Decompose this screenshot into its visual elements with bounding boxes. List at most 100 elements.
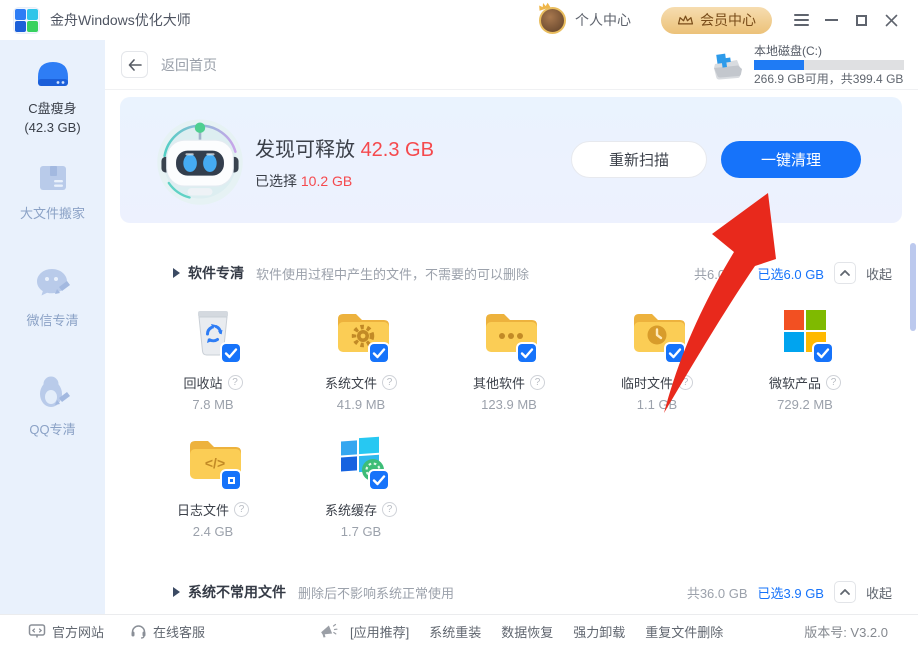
avatar-crown-icon [539,2,551,11]
cleanup-item-temp-files[interactable]: 临时文件 1.1 GB [583,303,731,412]
cleanup-item-system-cache[interactable]: 系统缓存 1.7 GB [287,430,435,539]
one-click-clean-button[interactable]: 一键清理 [721,141,861,178]
checkbox-checked[interactable] [814,344,832,362]
help-icon[interactable] [382,374,397,390]
cleanup-item-size: 729.2 MB [777,397,833,412]
system-reinstall-link[interactable]: 系统重装 [429,622,481,641]
duplicate-file-delete-link[interactable]: 重复文件删除 [645,622,723,641]
member-center-label: 会员中心 [700,12,756,28]
collapse-button[interactable] [833,581,856,603]
footer: 官方网站 在线客服 [应用推荐] 系统重装 数据恢复 强力卸载 重复文件删除 版… [0,614,918,647]
selected-line: 已选择 10.2 GB [255,171,434,191]
sidebar-item-qq-clean[interactable]: QQ专清 [0,372,105,439]
user-avatar[interactable] [539,2,566,34]
found-label: 发现可释放 [255,139,355,161]
section-software-clean-header: 软件专清 软件使用过程中产生的文件，不需要的可以删除 共6.0 GB 已选6.0… [105,262,918,284]
hamburger-icon [793,11,809,29]
sidebar-item-label: QQ专清 [29,422,76,437]
sidebar-item-label: 微信专清 [26,313,79,328]
megaphone-icon [321,623,338,637]
help-icon[interactable] [826,374,841,390]
disk-icon [37,62,68,86]
cleanup-item-label: 系统文件 [324,375,377,391]
force-uninstall-link[interactable]: 强力卸载 [573,622,625,641]
disk-usage-text: 266.9 GB可用，共399.4 GB [754,71,904,86]
data-recovery-link[interactable]: 数据恢复 [501,622,553,641]
robot-icon [157,119,243,205]
collapse-label[interactable]: 收起 [866,264,892,283]
cleanup-item-size: 1.7 GB [340,524,382,539]
back-button[interactable] [121,51,148,78]
help-icon[interactable] [678,374,693,390]
online-support-link[interactable]: 在线客服 [130,622,205,641]
help-icon[interactable] [227,374,243,390]
official-site-link[interactable]: 官方网站 [28,622,104,641]
app-logo-icon [13,6,40,34]
sidebar-item-c-drive-slim[interactable]: C盘瘦身 (42.3 GB) [0,55,105,137]
cleanup-grid-row-2: </> 日志文件 2.4 GB [139,430,435,539]
online-support-label: 在线客服 [153,624,206,640]
checkbox-checked[interactable] [370,344,388,362]
app-title: 金舟Windows优化大师 [50,12,191,28]
monitor-icon [28,624,46,638]
cleanup-item-log-files[interactable]: </> 日志文件 2.4 GB [139,430,287,539]
cleanup-item-recycle-bin[interactable]: 回收站 7.8 MB [139,303,287,412]
section-title: 软件专清 [188,265,244,281]
back-home-label[interactable]: 返回首页 [161,55,217,75]
app-recommend-link[interactable]: [应用推荐] [350,622,409,641]
close-button[interactable] [876,6,906,34]
user-center-link[interactable]: 个人中心 [575,10,631,30]
collapse-button[interactable] [833,262,856,284]
version-label: 版本号: V3.2.0 [804,624,888,640]
disk-panel: 本地磁盘(C:) 266.9 GB可用，共399.4 GB [711,44,904,86]
titlebar: 金舟Windows优化大师 个人中心 会员中心 [0,0,918,40]
section-selected: 已选3.9 GB [757,585,824,601]
cleanup-item-size: 123.9 MB [481,397,537,412]
checkbox-checked[interactable] [518,344,536,362]
checkbox-checked[interactable] [666,344,684,362]
help-icon[interactable] [530,374,545,390]
cleanup-item-system-files[interactable]: 系统文件 41.9 MB [287,303,435,412]
section-selected: 已选6.0 GB [757,266,824,282]
section-total: 共6.0 GB [694,266,748,282]
main-content: 返回首页 本地磁盘(C:) 266.9 GB可用，共399.4 GB 发现可释放… [105,40,918,614]
sidebar-item-label: 大文件搬家 [19,206,85,221]
section-description: 删除后不影响系统正常使用 [298,585,455,601]
minimize-icon [824,19,838,21]
cleanup-item-other-software[interactable]: 其他软件 123.9 MB [435,303,583,412]
scrollbar-thumb[interactable] [910,243,916,331]
sidebar: C盘瘦身 (42.3 GB) 大文件搬家 微信专清 QQ专清 [0,40,105,615]
selected-value: 10.2 GB [300,173,353,189]
rescan-button[interactable]: 重新扫描 [571,141,707,178]
menu-button[interactable] [786,6,816,34]
cleanup-item-microsoft-products[interactable]: 微软产品 729.2 MB [731,303,879,412]
help-icon[interactable] [382,501,397,517]
checkbox-partial[interactable] [222,471,240,489]
official-site-label: 官方网站 [52,624,105,640]
help-icon[interactable] [234,501,249,517]
sidebar-item-big-file-move[interactable]: 大文件搬家 [0,158,105,223]
page-header: 返回首页 本地磁盘(C:) 266.9 GB可用，共399.4 GB [105,40,918,90]
cleanup-item-label: 微软产品 [768,375,821,391]
cleanup-item-label: 系统缓存 [324,502,377,518]
collapse-label[interactable]: 收起 [866,583,892,602]
found-releasable-line: 发现可释放 42.3 GB [255,133,434,162]
scan-result-banner: 发现可释放 42.3 GB 已选择 10.2 GB 重新扫描 一键清理 [120,97,902,223]
cleanup-grid-row-1: 回收站 7.8 MB 系统文件 [139,303,879,412]
section-description: 软件使用过程中产生的文件，不需要的可以删除 [256,266,530,282]
app-window: 金舟Windows优化大师 个人中心 会员中心 C盘瘦身 (42.3 GB) 大… [0,0,918,647]
member-center-button[interactable]: 会员中心 [661,6,772,34]
disk-usage-fill [754,59,804,70]
checkbox-checked[interactable] [222,344,240,362]
cleanup-item-size: 1.1 GB [636,397,678,412]
maximize-icon [855,14,867,26]
section-triangle-icon [173,587,180,597]
sidebar-item-wechat-clean[interactable]: 微信专清 [0,265,105,330]
minimize-button[interactable] [816,6,846,34]
section-unused-system-files-header: 系统不常用文件 删除后不影响系统正常使用 共36.0 GB 已选3.9 GB 收… [105,581,918,603]
checkbox-checked[interactable] [370,471,388,489]
svg-text:</>: </> [205,455,225,471]
maximize-button[interactable] [846,6,876,34]
cleanup-item-label: 其他软件 [472,375,525,391]
crown-icon [677,14,694,26]
